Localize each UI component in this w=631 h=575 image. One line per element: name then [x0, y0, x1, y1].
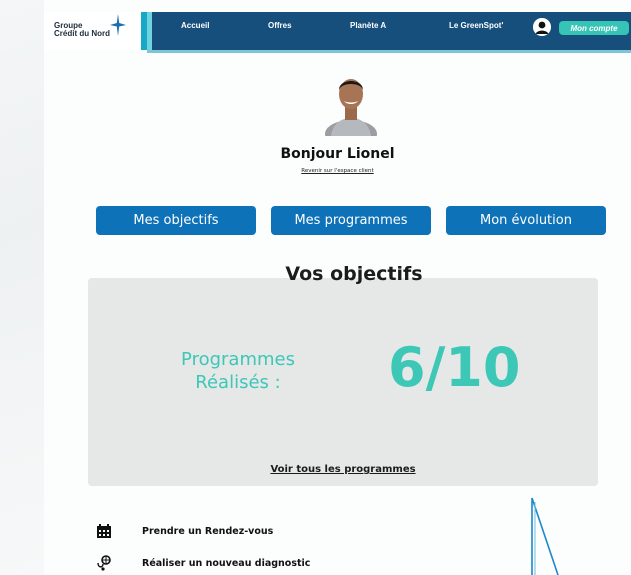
diagnostic-icon — [97, 555, 111, 571]
left-background — [0, 0, 44, 575]
decorative-lines — [531, 497, 559, 575]
programs-label-line-1: Programmes — [181, 349, 295, 370]
nav-item-offres[interactable]: Offres — [268, 21, 292, 30]
see-all-programs-link[interactable]: Voir tous les programmes — [88, 464, 598, 475]
nav-item-accueil[interactable]: Accueil — [181, 21, 209, 30]
star-icon — [110, 14, 126, 36]
new-diagnostic-action[interactable]: Réaliser un nouveau diagnostic — [96, 555, 310, 571]
programs-label-line-2: Réalisés : — [195, 372, 281, 393]
page: Groupe Crédit du Nord Accueil Offres Pla… — [44, 0, 631, 575]
tab-mon-evolution[interactable]: Mon évolution — [446, 206, 606, 235]
tab-mes-objectifs[interactable]: Mes objectifs — [96, 206, 256, 235]
greeting-title: Bonjour Lionel — [280, 146, 395, 162]
nav-item-greenspot[interactable]: Le GreenSpot' — [449, 21, 503, 30]
logo-text: Groupe Crédit du Nord — [54, 22, 110, 38]
programs-completed-label: Programmes Réalisés : — [168, 348, 308, 394]
logo-line-2: Crédit du Nord — [54, 29, 110, 38]
brand-logo[interactable]: Groupe Crédit du Nord — [44, 12, 141, 50]
calendar-icon — [97, 524, 111, 538]
nav-item-planete-a[interactable]: Planète A — [350, 21, 386, 30]
book-appointment-action[interactable]: Prendre un Rendez-vous — [96, 523, 273, 539]
book-appointment-label: Prendre un Rendez-vous — [142, 525, 274, 537]
objectives-card: Programmes Réalisés : 6/10 Voir tous les… — [88, 278, 598, 486]
tab-mes-programmes[interactable]: Mes programmes — [271, 206, 431, 235]
programs-completed-value: 6/10 — [388, 336, 521, 399]
user-avatar-icon[interactable] — [533, 18, 551, 36]
account-button[interactable]: Mon compte — [559, 21, 629, 35]
header: Groupe Crédit du Nord Accueil Offres Pla… — [44, 12, 631, 53]
nav-bar: Accueil Offres Planète A Le GreenSpot' M… — [141, 12, 631, 53]
objectives-title: Vos objectifs — [285, 263, 423, 285]
back-to-client-space-link[interactable]: Revenir sur l'espace client — [44, 168, 631, 174]
new-diagnostic-label: Réaliser un nouveau diagnostic — [142, 557, 311, 569]
profile-photo — [325, 79, 377, 136]
